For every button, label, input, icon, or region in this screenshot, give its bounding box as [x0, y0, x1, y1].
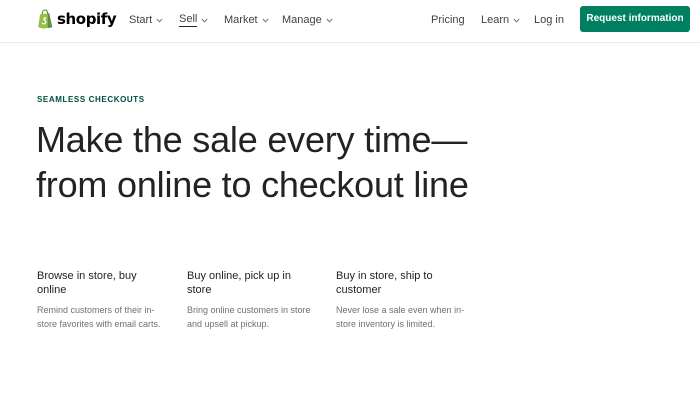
- chevron-down-icon: [262, 18, 269, 23]
- nav-item-label: Start: [129, 14, 153, 26]
- nav-item-label: Learn: [481, 14, 510, 26]
- feature-title: Buy online, pick up in store: [187, 270, 291, 296]
- feature-browse-in-store: Browse in store, buy online Remind custo…: [37, 269, 167, 331]
- shopify-bag-icon: [38, 9, 53, 29]
- nav-item-label: Log in: [534, 14, 564, 26]
- shopify-logo[interactable]: shopify: [37, 8, 117, 30]
- nav-item-label: Pricing: [431, 14, 465, 26]
- top-navigation-bar: shopify Start Sell Market Manage Pricing…: [0, 0, 700, 43]
- chevron-down-icon: [201, 18, 208, 23]
- nav-item-market[interactable]: Market: [224, 12, 269, 28]
- chevron-down-icon: [513, 18, 520, 23]
- shopify-wordmark: shopify: [57, 10, 117, 28]
- nav-item-sell[interactable]: Sell: [179, 12, 208, 28]
- nav-item-learn[interactable]: Learn: [481, 12, 520, 28]
- nav-item-label: Sell: [179, 13, 198, 27]
- nav-item-label: Manage: [282, 14, 322, 26]
- chevron-down-icon: [326, 18, 333, 23]
- nav-item-start[interactable]: Start: [129, 12, 163, 28]
- feature-buy-online-pickup: Buy online, pick up in store Bring onlin…: [187, 269, 317, 331]
- feature-description: Remind customers of their in-store favor…: [37, 305, 161, 329]
- feature-description: Never lose a sale even when in-store inv…: [336, 305, 465, 329]
- page-headline: Make the sale every time—from online to …: [36, 119, 469, 205]
- nav-item-pricing[interactable]: Pricing: [431, 12, 465, 28]
- nav-item-label: Market: [224, 14, 258, 26]
- feature-title: Buy in store, ship to customer: [336, 270, 433, 296]
- feature-description: Bring online customers in store and upse…: [187, 305, 311, 329]
- request-information-button[interactable]: Request information: [580, 6, 690, 32]
- section-eyebrow: SEAMLESS CHECKOUTS: [37, 95, 145, 104]
- nav-item-manage[interactable]: Manage: [282, 12, 333, 28]
- feature-ship-to-customer: Buy in store, ship to customer Never los…: [336, 269, 466, 331]
- nav-item-log-in[interactable]: Log in: [534, 12, 564, 28]
- feature-title: Browse in store, buy online: [37, 270, 137, 296]
- chevron-down-icon: [156, 18, 163, 23]
